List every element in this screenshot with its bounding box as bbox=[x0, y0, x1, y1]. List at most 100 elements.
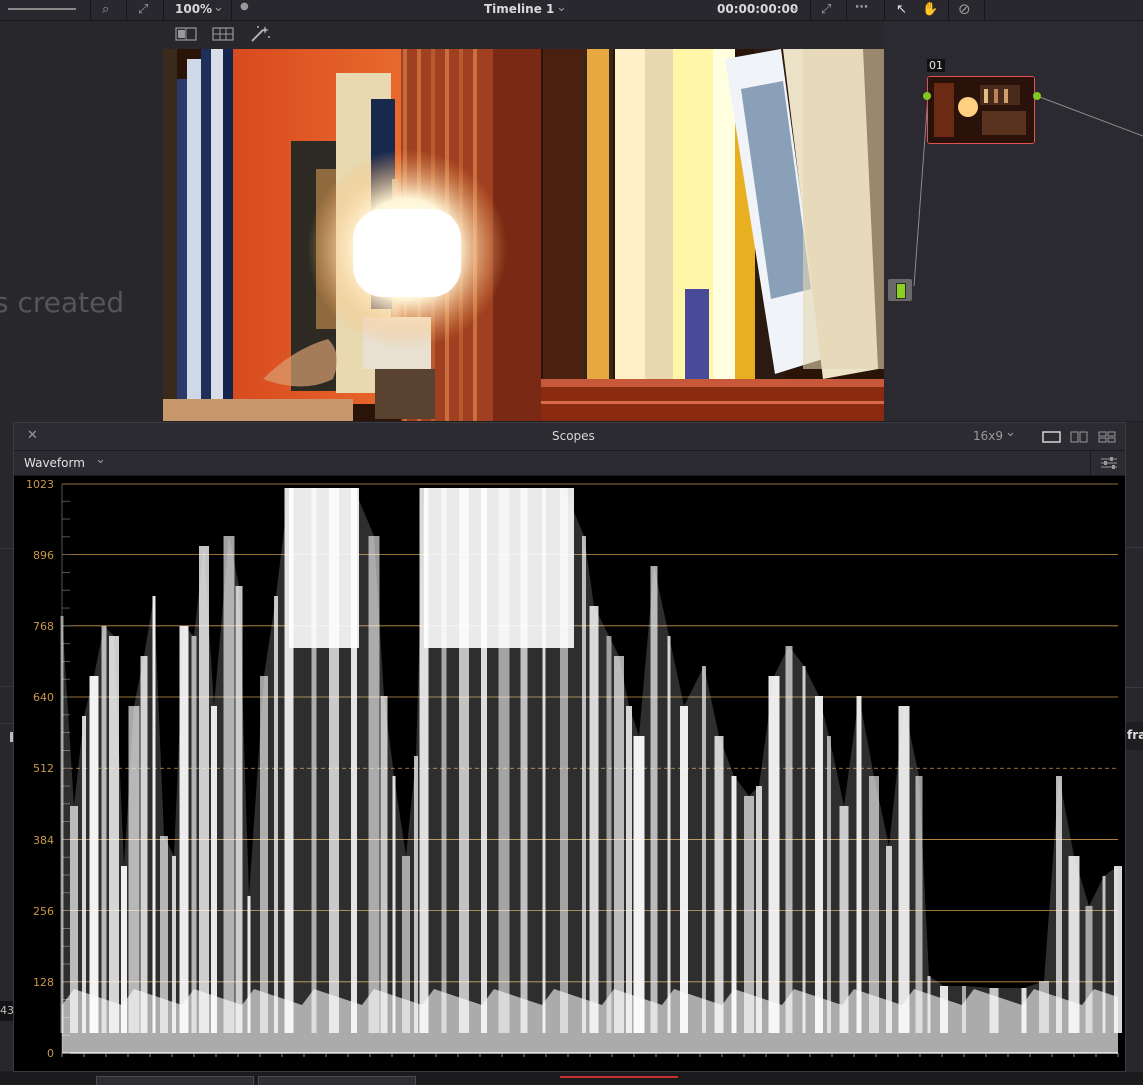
timecode-chevron-down-icon[interactable]: ⌄ bbox=[790, 0, 801, 15]
node-output-dot[interactable] bbox=[1033, 92, 1041, 100]
trace-streak bbox=[582, 536, 586, 1033]
timeline-scrubber[interactable] bbox=[8, 8, 76, 10]
trace-streak bbox=[650, 566, 658, 1033]
dot-icon: ● bbox=[240, 1, 249, 12]
scope-mode-chevron-down-icon[interactable]: ⌄ bbox=[95, 452, 106, 467]
search-icon[interactable]: ⌕ bbox=[102, 2, 109, 17]
viewer-frame[interactable] bbox=[163, 49, 884, 421]
trace-streak bbox=[274, 596, 278, 1033]
axis-label-384: 384 bbox=[33, 834, 54, 847]
timeline-name[interactable]: Timeline 1 bbox=[484, 2, 554, 16]
trace-streak bbox=[756, 786, 762, 1033]
left-edge-value: 43 bbox=[0, 1004, 14, 1017]
trace-streak bbox=[702, 666, 706, 1033]
trace-streak bbox=[414, 756, 418, 1033]
trace-streak bbox=[680, 706, 688, 1033]
trace-streak bbox=[827, 736, 831, 1033]
expand-icon[interactable]: ⤢ bbox=[138, 2, 148, 17]
zoom-level[interactable]: 100% bbox=[175, 2, 212, 16]
axis-label-256: 256 bbox=[33, 905, 54, 918]
fullscreen-icon[interactable]: ⤢ bbox=[821, 2, 831, 17]
bottom-bar bbox=[0, 1072, 1143, 1085]
corrector-node[interactable] bbox=[927, 76, 1035, 144]
single-layout-icon[interactable] bbox=[1042, 431, 1062, 443]
bypass-icon[interactable]: ⊘ bbox=[958, 0, 971, 18]
waveform-display: 1023 896 768 640 512 384 256 128 0 bbox=[14, 476, 1125, 1071]
trace-streak bbox=[235, 586, 243, 1033]
trace-streak bbox=[191, 636, 197, 1033]
empty-state-text: s created bbox=[0, 286, 125, 319]
waveform-graph bbox=[60, 483, 1122, 1057]
trace-clip-block bbox=[424, 488, 574, 648]
trace-streak bbox=[869, 776, 879, 1033]
node-label: 01 bbox=[927, 59, 945, 72]
trace-streak bbox=[392, 776, 396, 1033]
grid-view-icon[interactable] bbox=[212, 27, 234, 41]
dual-layout-icon[interactable] bbox=[1070, 431, 1090, 443]
source-input-node[interactable] bbox=[888, 279, 912, 301]
trace-clip-block bbox=[289, 488, 359, 648]
split-view-icon[interactable] bbox=[175, 27, 197, 41]
node-editor[interactable]: 01 bbox=[884, 21, 1143, 421]
trace-streak bbox=[128, 706, 140, 1033]
aspect-chevron-down-icon[interactable]: ⌄ bbox=[1005, 425, 1016, 440]
more-options-icon[interactable]: ⋯ bbox=[855, 0, 868, 15]
trace-streak bbox=[368, 536, 380, 1033]
scope-mode-dropdown[interactable]: Waveform bbox=[24, 456, 85, 470]
axis-label-1023: 1023 bbox=[26, 478, 54, 491]
trace-streak bbox=[768, 676, 780, 1033]
trace-streak bbox=[785, 646, 793, 1033]
trace-streak bbox=[140, 656, 148, 1033]
timeline-chevron-down-icon[interactable]: ⌄ bbox=[556, 0, 567, 15]
zoom-chevron-down-icon[interactable]: ⌄ bbox=[213, 0, 224, 15]
node-thumbnail bbox=[928, 77, 1034, 143]
trace-streak bbox=[633, 736, 645, 1033]
aspect-dropdown[interactable]: 16x9 bbox=[973, 429, 1003, 443]
trace-streak bbox=[856, 696, 862, 1033]
axis-label-768: 768 bbox=[33, 620, 54, 633]
trace-streak bbox=[179, 626, 189, 1033]
trace-streak bbox=[667, 636, 671, 1033]
axis-label-896: 896 bbox=[33, 549, 54, 562]
scope-settings-icon[interactable] bbox=[1100, 455, 1118, 471]
trace-streak bbox=[89, 676, 99, 1033]
pointer-icon[interactable]: ↖ bbox=[896, 2, 907, 17]
bottom-indicator bbox=[560, 1076, 678, 1078]
trace-streak bbox=[614, 656, 624, 1033]
scopes-title: Scopes bbox=[552, 429, 595, 443]
trace-streak bbox=[82, 716, 86, 1033]
trace-streak bbox=[260, 676, 268, 1033]
trace-streak bbox=[815, 696, 823, 1033]
trace-streak bbox=[626, 706, 632, 1033]
waveform-axis-labels: 1023 896 768 640 512 384 256 128 0 bbox=[14, 476, 62, 1071]
trace-streak bbox=[152, 596, 156, 1033]
close-icon[interactable]: ✕ bbox=[27, 428, 38, 443]
trace-streak bbox=[380, 696, 388, 1033]
trace-streak bbox=[714, 736, 724, 1033]
scopes-panel: ✕ Scopes 16x9 ⌄ Waveform ⌄ 1023 896 768 … bbox=[13, 422, 1126, 1072]
quad-layout-icon[interactable] bbox=[1098, 431, 1118, 443]
trace-streak bbox=[589, 606, 599, 1033]
hand-icon[interactable]: ✋ bbox=[922, 2, 938, 17]
trace-streak bbox=[898, 706, 910, 1033]
viewer-subtoolbar bbox=[163, 21, 884, 49]
axis-label-640: 640 bbox=[33, 691, 54, 704]
bookshelf-image bbox=[163, 49, 884, 421]
right-edge-text: fra bbox=[1127, 728, 1143, 742]
axis-label-128: 128 bbox=[33, 976, 54, 989]
trace-streak bbox=[211, 706, 217, 1033]
trace-streak bbox=[1056, 776, 1062, 1033]
axis-label-0: 0 bbox=[47, 1047, 54, 1060]
right-panel-edge bbox=[1126, 422, 1143, 1072]
node-input-dot[interactable] bbox=[923, 92, 931, 100]
trace-streak bbox=[101, 626, 107, 1033]
trace-streak bbox=[606, 636, 612, 1033]
trace-streak bbox=[802, 666, 806, 1033]
trace-streak bbox=[223, 536, 235, 1033]
trace-streak bbox=[199, 546, 209, 1033]
scopes-title-bar: ✕ Scopes 16x9 ⌄ bbox=[14, 423, 1125, 451]
magic-wand-icon[interactable] bbox=[249, 25, 271, 43]
viewer-toolbar: ⌕ ⤢ 100% ⌄ ● Timeline 1 ⌄ 00:00:00:00 ⌄ … bbox=[0, 0, 1143, 21]
timecode[interactable]: 00:00:00:00 bbox=[717, 2, 798, 16]
scopes-subbar: Waveform ⌄ bbox=[14, 451, 1125, 476]
